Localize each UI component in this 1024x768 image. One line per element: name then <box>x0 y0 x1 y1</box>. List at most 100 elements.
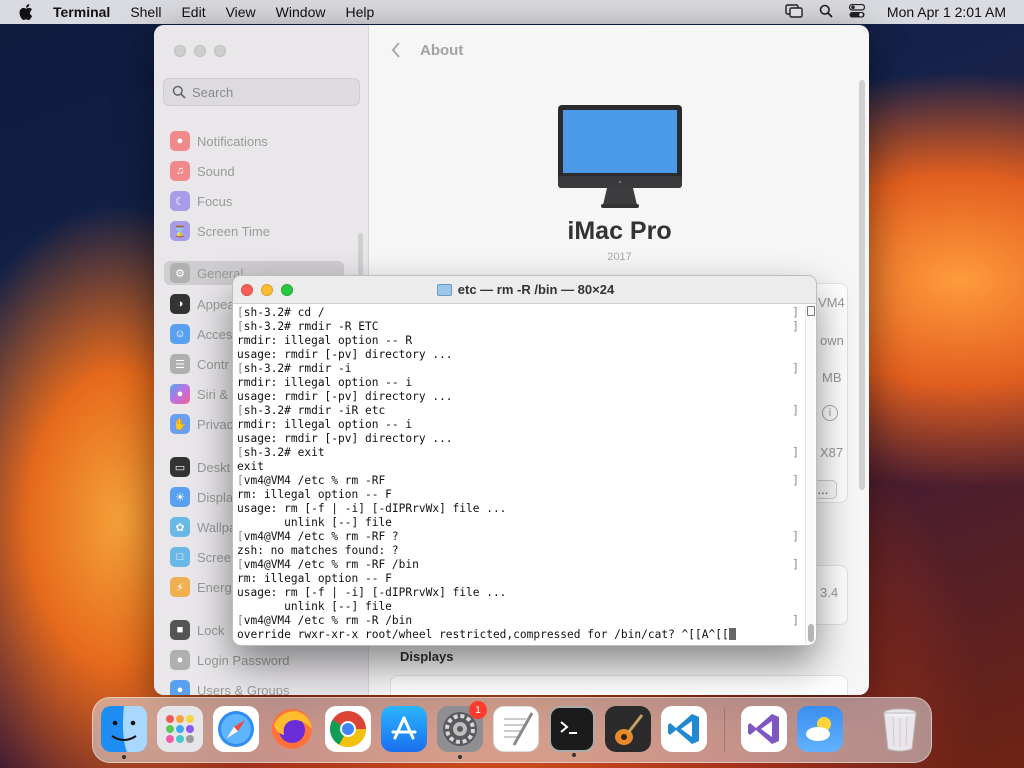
apple-icon[interactable] <box>14 0 38 24</box>
chrome-icon <box>329 711 366 748</box>
terminal-line: exit <box>237 460 799 474</box>
battery-icon: ⚡ <box>170 577 190 597</box>
menu-bar: Terminal Shell Edit View Window Help Mon… <box>0 0 1024 24</box>
terminal-line-text: sh-3.2# cd / <box>243 306 325 319</box>
terminal-cursor <box>728 628 736 640</box>
terminal-line: zsh: no matches found: ? <box>237 544 799 558</box>
terminal-line-text: usage: rm [-f | -i] [-dIPRrvWx] file ... <box>237 502 507 515</box>
appearance-icon: ◑ <box>170 294 190 314</box>
siri-icon: ● <box>170 384 190 404</box>
speaker-icon: ♫ <box>170 161 190 181</box>
close-button[interactable] <box>174 45 186 57</box>
app-store-icon <box>391 716 417 740</box>
menu-shell[interactable]: Shell <box>130 4 161 20</box>
terminal-line-text: rmdir: illegal option -- i <box>237 376 413 389</box>
dock-app-terminal[interactable] <box>549 706 595 757</box>
main-scrollbar[interactable] <box>859 80 865 490</box>
zoom-button[interactable] <box>214 45 226 57</box>
sidebar-item-label: Displa <box>197 489 234 505</box>
dock-app-trash[interactable] <box>877 706 923 752</box>
info-icon[interactable]: i <box>822 405 838 421</box>
model-name: iMac Pro <box>567 217 672 245</box>
dock-app-finder[interactable] <box>101 706 147 759</box>
sidebar-item-label: Energ <box>197 579 232 595</box>
terminal-line-text: rm: illegal option -- F <box>237 488 392 501</box>
terminal-line: [sh-3.2# exit] <box>237 446 799 460</box>
running-indicator <box>458 755 462 759</box>
settings-window-controls <box>174 45 226 57</box>
sidebar-item-focus[interactable]: ☾ Focus <box>170 189 350 213</box>
dock-app-chrome[interactable] <box>325 706 371 752</box>
terminal-line-text: usage: rmdir [-pv] directory ... <box>237 432 453 445</box>
firefox-icon <box>272 709 312 749</box>
terminal-line: unlink [--] file <box>237 516 799 530</box>
menu-help[interactable]: Help <box>345 4 374 20</box>
dock-app-app-store[interactable] <box>381 706 427 752</box>
info-serial-fragment: X87 <box>820 445 844 460</box>
terminal-line-text: rm: illegal option -- F <box>237 572 392 585</box>
split-pane-icon[interactable] <box>807 306 815 316</box>
control-center-icon[interactable] <box>848 3 866 21</box>
menu-view[interactable]: View <box>226 4 256 20</box>
sidebar-item-notifications[interactable]: ● Notifications <box>170 129 350 153</box>
command-mark: [ <box>237 404 244 417</box>
terminal-line-text: usage: rmdir [-pv] directory ... <box>237 348 453 361</box>
trash-icon <box>883 708 917 752</box>
terminal-line: [vm4@VM4 /etc % rm -R /bin] <box>237 614 799 628</box>
dock-app-garageband[interactable] <box>605 706 651 752</box>
vscode-icon <box>668 714 699 744</box>
sidebar-item-label: Login Password <box>197 652 290 668</box>
dock-app-firefox[interactable] <box>269 706 315 752</box>
dock: 1 <box>92 697 932 763</box>
safari-icon <box>218 711 254 747</box>
spotlight-search-icon[interactable] <box>819 4 833 21</box>
menu-edit[interactable]: Edit <box>181 4 205 20</box>
terminal-line-text: vm4@VM4 /etc % rm -R /bin <box>243 614 413 627</box>
dock-app-weather[interactable] <box>797 706 843 752</box>
menu-window[interactable]: Window <box>276 4 326 20</box>
screen-mirroring-icon[interactable] <box>785 3 803 21</box>
moon-icon: ☾ <box>170 191 190 211</box>
command-mark: [ <box>237 530 244 543</box>
terminal-line-text: rmdir: illegal option -- i <box>237 418 413 431</box>
dock-app-system-settings[interactable]: 1 <box>437 701 487 759</box>
dock-app-visual-studio[interactable] <box>741 706 787 752</box>
menu-app-terminal[interactable]: Terminal <box>53 4 110 20</box>
command-mark: ] <box>792 446 799 459</box>
minimize-button[interactable] <box>194 45 206 57</box>
command-mark: ] <box>792 474 799 487</box>
terminal-line: [sh-3.2# rmdir -R ETC] <box>237 320 799 334</box>
dock-app-textedit[interactable] <box>493 706 539 752</box>
terminal-output[interactable]: [sh-3.2# cd /] [sh-3.2# rmdir -R ETC] rmdi… <box>237 306 799 644</box>
command-mark: ] <box>792 530 799 543</box>
command-mark: [ <box>237 362 244 375</box>
menubar-clock[interactable]: Mon Apr 1 2:01 AM <box>887 4 1006 20</box>
terminal-line-text: sh-3.2# rmdir -i <box>243 362 352 375</box>
sidebar-item-label: Privac <box>197 416 234 432</box>
terminal-line-text: sh-3.2# rmdir -R ETC <box>243 320 379 333</box>
terminal-line-text: unlink [--] file <box>237 516 392 529</box>
page-title: About <box>420 42 464 59</box>
terminal-line-text: zsh: no matches found: ? <box>237 544 399 557</box>
settings-search-input[interactable]: Search <box>163 78 360 106</box>
displays-section-title: Displays <box>400 649 454 664</box>
dock-app-launchpad[interactable] <box>157 706 203 752</box>
dock-app-vscode[interactable] <box>661 706 707 752</box>
terminal-line-text: usage: rmdir [-pv] directory ... <box>237 390 453 403</box>
dock-app-safari[interactable] <box>213 706 259 752</box>
visual-studio-icon <box>748 714 779 744</box>
sidebar-item-label: Wallpa <box>197 519 237 535</box>
sidebar-item-label: Users & Groups <box>197 682 290 696</box>
notification-badge: 1 <box>469 701 487 719</box>
back-chevron-icon[interactable] <box>390 41 406 61</box>
sidebar-item-login-password[interactable]: ● Login Password <box>170 648 350 672</box>
sidebar-item-screen-time[interactable]: ⌛ Screen Time <box>170 219 350 243</box>
terminal-scrollbar-thumb[interactable] <box>808 624 814 642</box>
sidebar-item-users-groups[interactable]: ● Users & Groups <box>170 678 350 695</box>
bell-icon: ● <box>170 131 190 151</box>
terminal-scrollbar[interactable] <box>805 306 815 644</box>
sidebar-item-sound[interactable]: ♫ Sound <box>170 159 350 183</box>
terminal-line: usage: rmdir [-pv] directory ... <box>237 432 799 446</box>
command-mark: ] <box>792 558 799 571</box>
terminal-titlebar[interactable]: etc — rm -R /bin — 80×24 <box>233 276 816 304</box>
